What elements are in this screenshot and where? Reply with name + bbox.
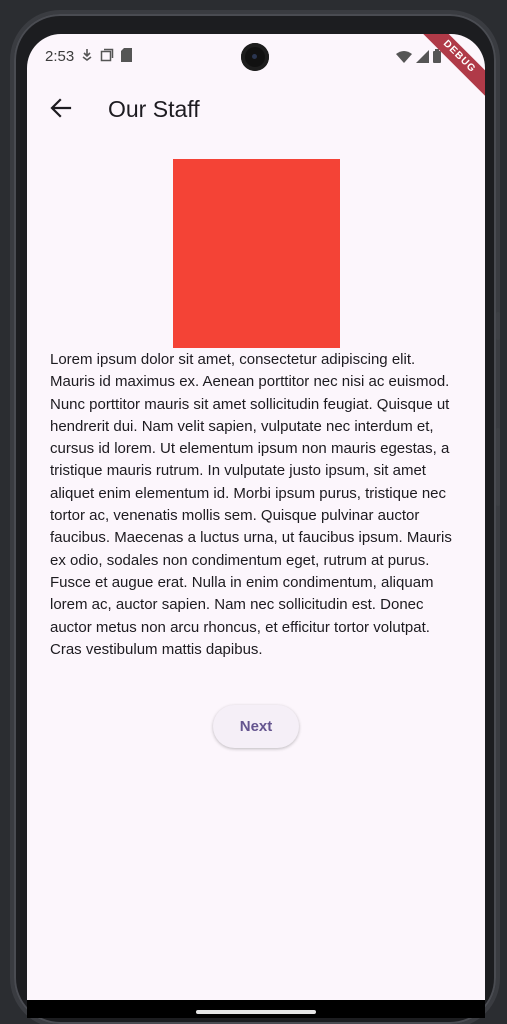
app-bar: Our Staff — [27, 78, 485, 142]
front-camera — [241, 43, 269, 71]
staff-image-placeholder — [173, 159, 340, 348]
page-title: Our Staff — [108, 96, 200, 122]
status-time: 2:53 — [45, 48, 75, 65]
wifi-icon — [396, 50, 412, 68]
sd-card-icon — [121, 48, 132, 67]
status-bar: 2:53 DEBUG — [27, 34, 485, 106]
navigation-bar — [27, 1000, 485, 1018]
back-button[interactable] — [41, 90, 81, 130]
home-indicator[interactable] — [196, 1010, 316, 1014]
status-left-icons — [81, 48, 132, 67]
next-button[interactable]: Next — [213, 705, 299, 748]
battery-icon — [433, 49, 441, 68]
staff-description: Lorem ipsum dolor sit amet, consectetur … — [50, 351, 452, 658]
volume-button — [496, 428, 500, 506]
app-screen: 2:53 DEBUG Our Staff Lorem ipsum dolor s… — [27, 34, 485, 1018]
cellular-icon — [416, 49, 429, 68]
power-button — [496, 312, 500, 340]
arrow-back-icon — [50, 97, 72, 124]
screenshot-icon — [100, 48, 114, 67]
download-icon — [81, 48, 93, 67]
status-right-icons — [396, 49, 441, 68]
